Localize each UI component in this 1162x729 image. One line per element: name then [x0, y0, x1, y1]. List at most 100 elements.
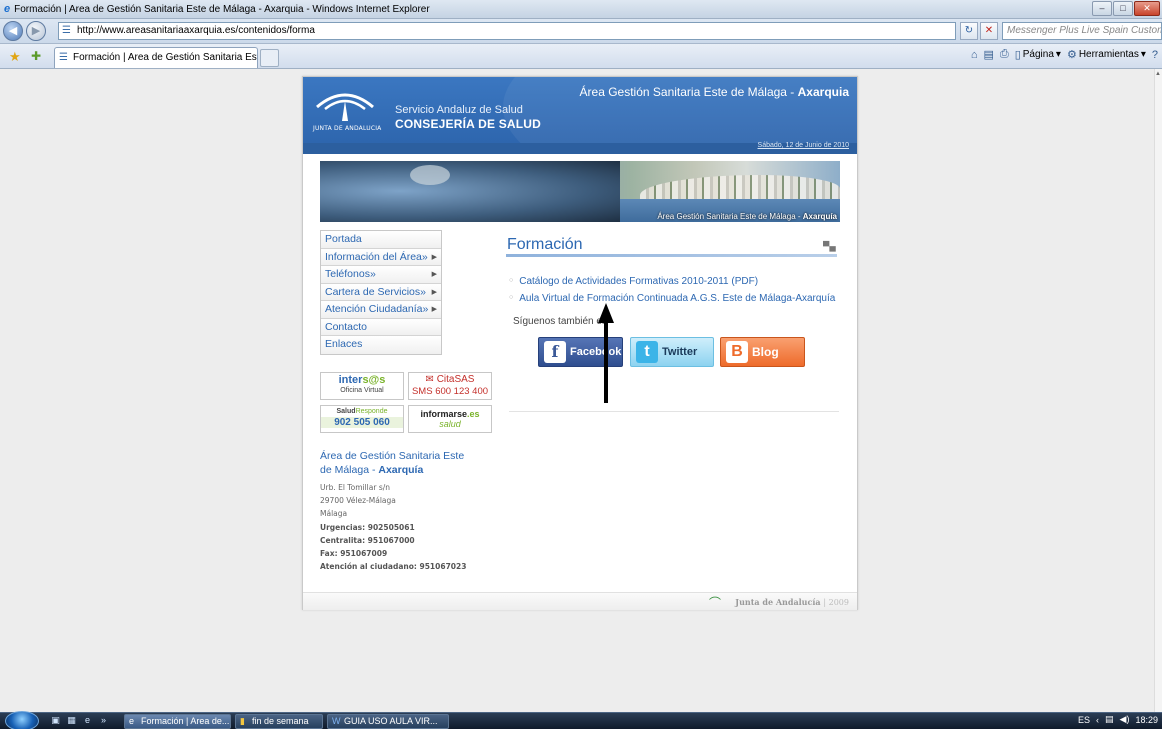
taskbar-item-label: fin de semana [252, 716, 309, 726]
informarse-title-a: informarse [420, 409, 467, 419]
page-viewport: ▲ JUNTA DE ANDALUCIA Servicio Andaluz de… [0, 69, 1162, 712]
salud-responde-title: SaludResponde [321, 408, 403, 415]
citasas-title: ✉ CitaSAS [409, 374, 491, 386]
banner-lamp [410, 165, 450, 185]
tools-menu[interactable]: ⚙ Herramientas ▾ [1067, 48, 1146, 61]
intersas-title-a: inter [338, 374, 363, 386]
citasas-logo[interactable]: ✉ CitaSAS SMS 600 123 400 [408, 372, 492, 400]
taskbar-item-folder[interactable]: ▮ fin de semana [235, 714, 323, 729]
menu-item-telefonos[interactable]: Teléfonos» ▶ [321, 266, 441, 284]
salud-title-b: Responde [355, 408, 388, 415]
footer-text: Junta de Andalucía | 2009 [735, 597, 849, 607]
tray-expand-icon[interactable]: ‹ [1096, 715, 1099, 725]
phone-urgencias: Urgencias: 902505061 [320, 522, 415, 532]
informarse-logo[interactable]: informarse.es salud [408, 405, 492, 433]
minimize-button[interactable]: – [1092, 1, 1112, 16]
print-icon[interactable]: ⎙ [1000, 48, 1009, 61]
site-header: JUNTA DE ANDALUCIA Servicio Andaluz de S… [303, 77, 857, 143]
stop-button[interactable]: ✕ [980, 22, 998, 40]
add-favorites-icon[interactable]: ✚ [31, 49, 41, 63]
link-aula-virtual[interactable]: ○ Aula Virtual de Formación Continuada A.… [509, 293, 835, 304]
blog-button[interactable]: B Blog [720, 337, 805, 367]
menu-arrow-icon: ▶ [431, 271, 437, 278]
current-date[interactable]: Sábado, 12 de Junio de 2010 [758, 142, 849, 149]
left-menu: Portada Información del Área» ▶ Teléfonos… [320, 230, 442, 355]
menu-item-cartera[interactable]: Cartera de Servicios» ▶ [321, 283, 441, 301]
show-desktop-icon[interactable]: ▣ [50, 715, 61, 726]
feeds-icon[interactable]: ▤ [983, 48, 993, 61]
informarse-subtitle: salud [439, 419, 461, 429]
refresh-button[interactable]: ↻ [960, 22, 978, 40]
forward-button[interactable]: ▶ [26, 21, 46, 41]
volume-icon[interactable]: ◀) [1120, 714, 1130, 725]
print-page-icon[interactable]: ▀▄ [823, 241, 836, 251]
close-button[interactable]: ✕ [1134, 1, 1160, 16]
intersas-logo[interactable]: inters@s Oficina Virtual [320, 372, 404, 400]
tab-active[interactable]: ☰ Formación | Area de Gestión Sanitaria … [54, 47, 258, 68]
junta-emblem-icon[interactable] [315, 85, 375, 123]
tab-bar: ★ ✚ ☰ Formación | Area de Gestión Sanita… [0, 44, 1162, 69]
intersas-title: inters@s [321, 375, 403, 386]
ie-launch-icon[interactable]: e [82, 715, 93, 726]
title-underline [506, 254, 837, 257]
twitter-label: Twitter [662, 346, 698, 358]
window-titlebar: e Formación | Area de Gestión Sanitaria … [0, 0, 1162, 19]
area-title-highlight: Axarquía [378, 464, 424, 476]
network-icon[interactable]: ▤ [1105, 714, 1114, 725]
footer-brand: Junta de Andalucía [735, 597, 821, 607]
intersas-subtitle: Oficina Virtual [340, 387, 384, 394]
header-area-highlight: Axarquia [797, 85, 849, 99]
more-icon[interactable]: » [98, 715, 109, 726]
language-indicator[interactable]: ES [1078, 715, 1090, 725]
back-button[interactable]: ◀ [3, 21, 23, 41]
menu-item-enlaces[interactable]: Enlaces [321, 336, 441, 354]
header-area-title: Área Gestión Sanitaria Este de Málaga - … [580, 85, 849, 99]
quick-launch: ▣ ▦ e » [50, 715, 109, 726]
menu-item-label: Información del Área» [325, 250, 428, 263]
new-tab-button[interactable] [260, 49, 279, 67]
menu-item-label: Portada [325, 233, 362, 245]
informarse-title-b: .es [467, 409, 480, 419]
date-bar: Sábado, 12 de Junio de 2010 [303, 142, 857, 154]
menu-item-atencion[interactable]: Atención Ciudadanía» ▶ [321, 301, 441, 319]
scroll-up-icon[interactable]: ▲ [1155, 71, 1161, 77]
junta-label: JUNTA DE ANDALUCIA [313, 125, 382, 132]
taskbar-item-label: Formación | Area de... [141, 716, 230, 726]
twitter-button[interactable]: t Twitter [630, 337, 714, 367]
menu-item-informacion[interactable]: Información del Área» ▶ [321, 248, 441, 266]
menu-item-portada[interactable]: Portada [321, 231, 441, 249]
link-catalogo[interactable]: ○ Catálogo de Actividades Formativas 2010… [509, 276, 758, 287]
switch-windows-icon[interactable]: ▦ [66, 715, 77, 726]
favorites-star-icon[interactable]: ★ [9, 49, 21, 65]
phone-fax: Fax: 951067009 [320, 549, 388, 559]
citasas-sms: SMS 600 123 400 [411, 386, 489, 397]
taskbar-item-ie[interactable]: e Formación | Area de... [124, 714, 231, 729]
system-tray: ES ‹ ▤ ◀) 18:29 [1078, 714, 1158, 725]
consejeria-name: CONSEJERÍA DE SALUD [395, 117, 542, 131]
page-menu[interactable]: ▯ Página ▾ [1015, 48, 1061, 61]
menu-item-label: Contacto [325, 320, 368, 333]
address-city: 29700 Vélez-Málaga [320, 496, 396, 506]
home-icon[interactable]: ⌂ [971, 49, 978, 61]
vertical-scrollbar[interactable]: ▲ [1154, 69, 1162, 712]
menu-item-contacto[interactable]: Contacto [321, 318, 441, 336]
salud-responde-logo[interactable]: SaludResponde 902 505 060 [320, 405, 404, 433]
help-icon[interactable]: ? [1152, 49, 1158, 61]
folder-icon: ▮ [240, 716, 245, 726]
search-input[interactable]: Messenger Plus Live Spain Customiz [1002, 22, 1162, 40]
area-title-link[interactable]: Área de Gestión Sanitaria Este de Málaga… [320, 449, 490, 477]
clock[interactable]: 18:29 [1135, 715, 1158, 725]
url-input[interactable]: ☰ http://www.areasanitariaaxarquia.es/co… [58, 22, 956, 40]
twitter-icon: t [636, 341, 658, 363]
maximize-button[interactable]: □ [1113, 1, 1133, 16]
banner-surgery-photo [320, 161, 620, 222]
service-logos: inters@s Oficina Virtual ✉ CitaSAS SMS 6… [320, 371, 504, 437]
start-button[interactable] [5, 711, 39, 729]
phone-centralita: Centralita: 951067000 [320, 535, 415, 545]
refresh-stop-group: ↻ ✕ [960, 22, 998, 40]
blogger-icon: B [726, 341, 748, 363]
tab-title: Formación | Area de Gestión Sanitaria Es… [73, 52, 257, 63]
banner-caption: Área Gestión Sanitaria Este de Málaga - … [657, 212, 837, 221]
page-menu-label: Página [1022, 49, 1054, 60]
taskbar-item-word[interactable]: W GUIA USO AULA VIR... [327, 714, 449, 729]
